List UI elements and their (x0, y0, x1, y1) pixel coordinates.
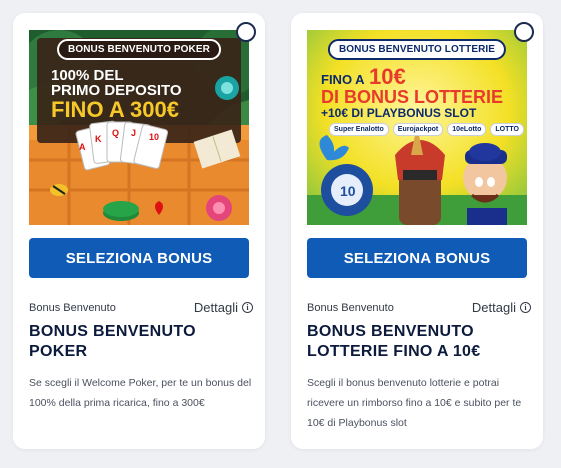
banner-tag: BONUS BENVENUTO POKER (57, 39, 221, 60)
banner-headline-line1: 100% DEL (51, 67, 124, 84)
bonus-category-label: Bonus Benvenuto (29, 301, 116, 314)
card-meta-row: Bonus Benvenuto Dettagli i (29, 300, 253, 315)
bonus-description: Se scegli il Welcome Poker, per te un bo… (29, 377, 252, 409)
bonus-title: BONUS BENVENUTO POKER (29, 323, 196, 360)
poker-banner-image: A K Q J 10 BONUS BENVENUTO POKER 100% DE… (29, 30, 249, 225)
select-radio-icon[interactable] (514, 22, 534, 42)
info-icon: i (242, 302, 253, 313)
card-meta-row: Bonus Benvenuto Dettagli i (307, 300, 531, 315)
select-bonus-button[interactable]: SELEZIONA BONUS (29, 238, 249, 278)
banner-headline-line3: +10€ DI PLAYBONUS SLOT (321, 106, 477, 120)
lottery-logo: LOTTO (490, 123, 524, 136)
banner-headline: FINO A 10€ DI BONUS LOTTERIE +10€ DI PLA… (321, 64, 504, 120)
lottery-logo: 10eLotto (447, 123, 487, 136)
banner-headline-line2: PRIMO DEPOSITO (51, 82, 182, 99)
lottery-logos: Super Enalotto Eurojackpot 10eLotto LOTT… (329, 123, 524, 136)
bonus-category-label: Bonus Benvenuto (307, 301, 394, 314)
lotterie-banner-image: 10 BONUS BENVENUTO LOTTERIE FINO A 10€ D… (307, 30, 527, 225)
details-link[interactable]: Dettagli i (472, 300, 531, 315)
banner-tag: BONUS BENVENUTO LOTTERIE (327, 39, 507, 60)
details-link[interactable]: Dettagli i (194, 300, 253, 315)
details-label: Dettagli (193, 300, 238, 315)
select-bonus-button[interactable]: SELEZIONA BONUS (307, 238, 527, 278)
info-icon: i (520, 302, 531, 313)
bonus-card-poker[interactable]: A K Q J 10 BONUS BENVENUTO POKER 100% DE… (13, 13, 265, 449)
select-radio-icon[interactable] (236, 22, 256, 42)
banner-headline-line2: DI BONUS LOTTERIE (321, 87, 504, 107)
banner-headline-amount: 10€ (369, 64, 406, 89)
bonus-card-lotterie[interactable]: 10 BONUS BENVENUTO LOTTERIE FINO A 10€ D… (291, 13, 543, 449)
lottery-logo: Eurojackpot (392, 123, 444, 136)
details-label: Dettagli (471, 300, 516, 315)
bonus-description: Scegli il bonus benvenuto lotterie e pot… (307, 377, 522, 429)
banner-headline: 100% DEL PRIMO DEPOSITO FINO A 300€ (51, 68, 182, 121)
bonus-title: BONUS BENVENUTO LOTTERIE FINO A 10€ (307, 323, 481, 360)
banner-headline-line3: FINO A 300€ (51, 97, 179, 122)
banner-headline-prefix: FINO A (321, 72, 365, 87)
lottery-logo: Super Enalotto (329, 123, 389, 136)
